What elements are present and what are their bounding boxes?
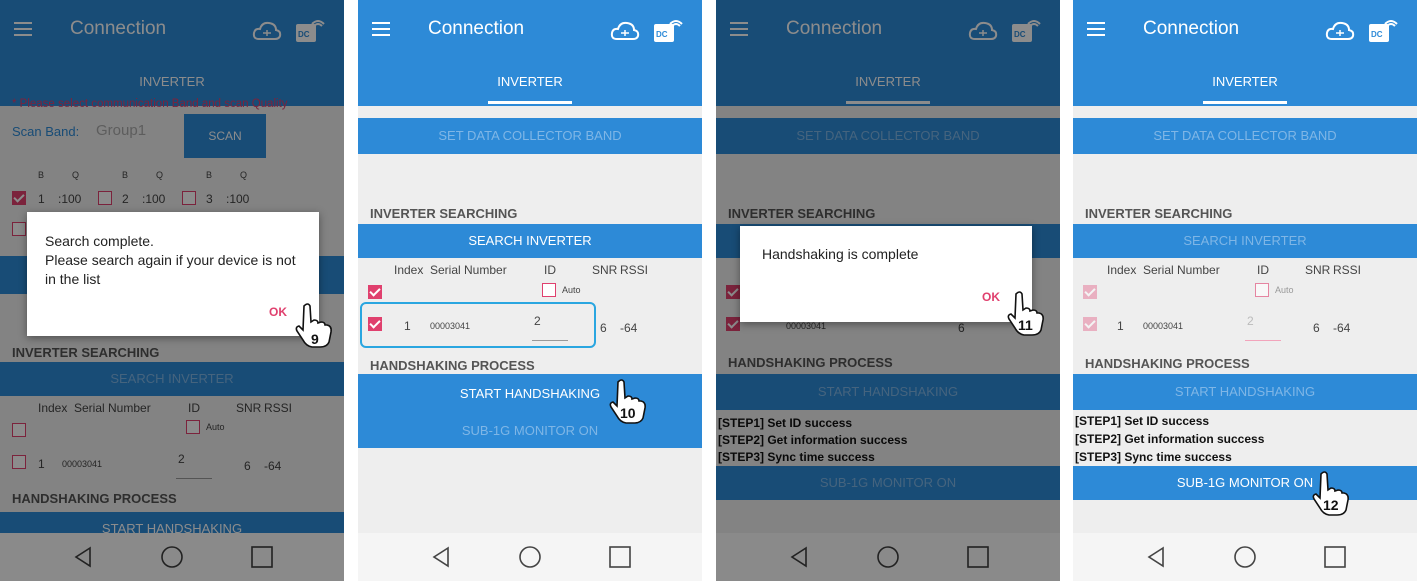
dc-wifi-icon[interactable]: DC <box>652 14 684 46</box>
row-index: 1 <box>1117 319 1124 333</box>
dialog-ok-button[interactable]: OK <box>269 305 287 319</box>
cloud-icon[interactable] <box>610 20 640 42</box>
android-nav-bar <box>716 533 1060 581</box>
auto-checkbox[interactable] <box>542 283 556 297</box>
handshaking-process-header: HANDSHAKING PROCESS <box>1085 356 1250 371</box>
back-icon[interactable] <box>72 545 94 569</box>
col-snr: SNR <box>592 263 618 277</box>
android-nav-bar <box>0 533 344 581</box>
start-handshaking-button[interactable]: START HANDSHAKING <box>358 374 702 414</box>
step2-status: [STEP2] Get information success <box>1075 432 1265 446</box>
col-serial: Serial Number <box>430 263 507 277</box>
android-nav-bar <box>358 533 702 581</box>
row-rssi: -64 <box>620 321 638 335</box>
screen-handshake-complete: Connection DC INVERTER SET DATA COLLECTO… <box>716 0 1060 581</box>
step-number: 12 <box>1323 497 1339 513</box>
dialog-message: Handshaking is complete <box>762 246 919 262</box>
handshaking-process-header: HANDSHAKING PROCESS <box>370 358 535 373</box>
recents-icon[interactable] <box>966 545 990 569</box>
step3-status: [STEP3] Sync time success <box>1075 450 1232 464</box>
start-handshaking-button[interactable]: START HANDSHAKING <box>1073 374 1417 410</box>
back-icon[interactable] <box>788 545 810 569</box>
hamburger-icon[interactable] <box>1087 22 1105 36</box>
handshake-complete-dialog: Handshaking is complete OK <box>740 226 1032 322</box>
step-number: 11 <box>1018 317 1033 333</box>
search-complete-dialog: Search complete. Please search again if … <box>27 212 319 336</box>
home-icon[interactable] <box>518 545 542 569</box>
recents-icon[interactable] <box>1323 545 1347 569</box>
col-index: Index <box>394 263 424 277</box>
auto-checkbox[interactable] <box>1255 283 1269 297</box>
recents-icon[interactable] <box>250 545 274 569</box>
inverter-searching-header: INVERTER SEARCHING <box>1085 206 1233 221</box>
set-dc-band-button[interactable]: SET DATA COLLECTOR BAND <box>358 118 702 154</box>
col-rssi: RSSI <box>1333 263 1362 277</box>
col-snr: SNR <box>1305 263 1331 277</box>
row-checkbox[interactable] <box>368 317 382 331</box>
row-serial: 00003041 <box>1143 321 1184 331</box>
svg-text:DC: DC <box>656 30 668 39</box>
col-id: ID <box>1257 263 1269 277</box>
back-icon[interactable] <box>430 545 452 569</box>
hamburger-icon[interactable] <box>372 22 390 36</box>
android-nav-bar <box>1073 533 1417 581</box>
home-icon[interactable] <box>160 545 184 569</box>
auto-label: Auto <box>1275 285 1294 295</box>
id-underline <box>1245 340 1281 341</box>
col-rssi: RSSI <box>620 263 649 277</box>
col-serial: Serial Number <box>1143 263 1220 277</box>
search-inverter-button[interactable]: SEARCH INVERTER <box>358 224 702 258</box>
screen-search-complete: Connection DC INVERTER * Please select c… <box>0 0 344 581</box>
tab-inverter[interactable]: INVERTER <box>1073 74 1417 89</box>
row-index: 1 <box>404 319 411 333</box>
row-checkbox[interactable] <box>1083 317 1097 331</box>
app-title: Connection <box>1143 18 1240 39</box>
app-title: Connection <box>428 18 525 39</box>
inverter-searching-header: INVERTER SEARCHING <box>370 206 518 221</box>
row-snr: 6 <box>600 321 607 335</box>
row-id[interactable]: 2 <box>1247 314 1254 328</box>
row-snr: 6 <box>1313 321 1320 335</box>
home-icon[interactable] <box>1233 545 1257 569</box>
search-inverter-button[interactable]: SEARCH INVERTER <box>1073 224 1417 258</box>
app-bar: Connection DC <box>358 0 702 64</box>
col-id: ID <box>544 263 556 277</box>
row-rssi: -64 <box>1333 321 1351 335</box>
svg-text:DC: DC <box>1371 30 1383 39</box>
sub1g-monitor-button[interactable]: SUB-1G MONITOR ON <box>1073 466 1417 500</box>
select-all-checkbox[interactable] <box>1083 285 1097 299</box>
id-underline <box>532 340 568 341</box>
dialog-ok-button[interactable]: OK <box>982 290 1000 304</box>
row-id[interactable]: 2 <box>534 314 541 328</box>
recents-icon[interactable] <box>608 545 632 569</box>
tab-inverter[interactable]: INVERTER <box>358 74 702 89</box>
step-number: 10 <box>620 405 636 421</box>
select-all-checkbox[interactable] <box>368 285 382 299</box>
selected-row-highlight <box>360 302 596 348</box>
back-icon[interactable] <box>1145 545 1167 569</box>
auto-label: Auto <box>562 285 581 295</box>
step1-status: [STEP1] Set ID success <box>1075 414 1210 428</box>
sub1g-monitor-button[interactable]: SUB-1G MONITOR ON <box>358 414 702 448</box>
set-dc-band-button[interactable]: SET DATA COLLECTOR BAND <box>1073 118 1417 154</box>
dc-wifi-icon[interactable]: DC <box>1367 14 1399 46</box>
home-icon[interactable] <box>876 545 900 569</box>
tab-indicator <box>1203 101 1287 104</box>
screen-start-handshaking: Connection DC INVERTER SET DATA COLLECTO… <box>358 0 702 581</box>
app-bar: Connection DC <box>1073 0 1417 64</box>
dialog-line1: Search complete. <box>45 233 154 249</box>
row-serial: 00003041 <box>430 321 471 331</box>
tab-indicator <box>488 101 572 104</box>
cloud-icon[interactable] <box>1325 20 1355 42</box>
step-number: 9 <box>311 331 319 347</box>
dialog-line2: Please search again if your device is no… <box>45 252 296 287</box>
screen-sub1g-monitor: Connection DC INVERTER SET DATA COLLECTO… <box>1073 0 1417 581</box>
col-index: Index <box>1107 263 1137 277</box>
